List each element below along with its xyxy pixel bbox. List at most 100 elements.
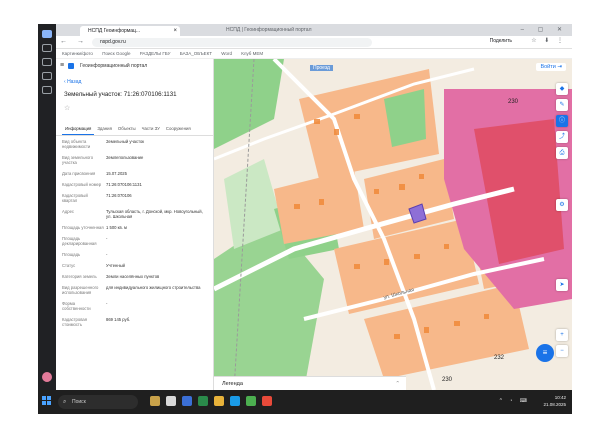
bookmark-item[interactable]: Word xyxy=(221,51,232,56)
settings-icon[interactable] xyxy=(42,86,52,94)
back-link[interactable]: ‹ Назад xyxy=(56,73,213,87)
field-value: 869 145 руб. xyxy=(106,317,131,322)
taskview-icon[interactable] xyxy=(166,396,176,406)
yandex-icon[interactable] xyxy=(262,396,272,406)
locate-icon[interactable]: ➤ xyxy=(556,279,568,291)
share-button[interactable]: Поделить xyxy=(490,38,512,44)
field-value: для индивидуального жилищного строительс… xyxy=(106,285,201,290)
tab-structures[interactable]: Сооружения xyxy=(163,124,194,135)
field-value: Тульская область, г. Донской, мкр. Новоу… xyxy=(106,209,203,219)
tab-buildings[interactable]: Здания xyxy=(94,124,115,135)
history-icon[interactable] xyxy=(42,44,52,52)
word-icon[interactable] xyxy=(182,396,192,406)
zoom-in-button[interactable]: + xyxy=(556,329,568,341)
browser-window: НСПД Геоинформац... × НСПД | Геоинформац… xyxy=(56,24,572,390)
search-icon: ⌕ xyxy=(63,399,67,405)
field-key: Площадь декларированная xyxy=(62,236,97,246)
field-row: Вид разрешенного использования для индиви… xyxy=(56,282,213,298)
search-placeholder: Поиск xyxy=(72,399,86,405)
field-row: Вид объекта недвижимости Земельный участо… xyxy=(56,136,213,152)
taskbar-search[interactable]: ⌕ Поиск xyxy=(58,395,138,409)
map-number: 230 xyxy=(442,377,453,383)
bookmark-item[interactable]: Поиск Google xyxy=(102,51,130,56)
app-header: ≡ Геоинформационный портал xyxy=(56,59,213,73)
field-value: 15.07.2025 xyxy=(106,171,127,176)
field-row: Категория земель Земли населённых пунктов xyxy=(56,271,213,282)
excel-icon[interactable] xyxy=(198,396,208,406)
field-key: Кадастровый номер xyxy=(62,182,102,187)
browser-side-rail xyxy=(38,24,56,390)
window-title: НСПД | Геоинформационный портал xyxy=(226,27,312,33)
field-value: Земельный участок xyxy=(106,139,145,144)
map-number: 230 xyxy=(508,99,519,105)
login-label: Войти xyxy=(540,64,556,70)
zoom-out-button[interactable]: − xyxy=(556,345,568,357)
field-value: - xyxy=(106,252,108,257)
login-button[interactable]: Войти ⇥ xyxy=(536,63,566,71)
field-row: Площадь уточненная 1 500 кв. м xyxy=(56,222,213,233)
clock-time: 10:42 xyxy=(554,395,566,400)
close-tab-icon[interactable]: × xyxy=(173,26,177,36)
explorer-icon[interactable] xyxy=(214,396,224,406)
bookmarks-icon[interactable] xyxy=(42,58,52,66)
field-row: Площадь декларированная - xyxy=(56,233,213,249)
address-bar: ← → ⟳ nspd.gov.ru Поделить ☆ ⬇ ⋮ xyxy=(56,36,572,49)
field-key: Категория земель xyxy=(62,274,97,279)
field-row: Форма собственности - xyxy=(56,298,213,314)
back-label: Назад xyxy=(67,79,82,85)
settings-tool-icon[interactable]: ⚙ xyxy=(556,199,568,211)
assistant-icon[interactable] xyxy=(42,372,52,382)
favorite-star-icon[interactable]: ☆ xyxy=(56,102,213,116)
map-number: 232 xyxy=(494,355,505,361)
browser-tab[interactable]: НСПД Геоинформац... × xyxy=(80,26,180,36)
chevron-up-icon[interactable]: ⌃ xyxy=(395,377,400,390)
bookmark-item[interactable]: Картинки/фото xyxy=(62,51,93,56)
window-controls[interactable]: – ▢ ✕ xyxy=(521,24,568,36)
app-logo xyxy=(68,63,74,69)
bookmark-item[interactable]: РАЗДЕЛЫ ГБУ xyxy=(140,51,171,56)
field-key: Кадастровая стоимость xyxy=(62,317,87,327)
share-icon[interactable]: ⤴ xyxy=(556,131,568,143)
tab-title: НСПД Геоинформац... xyxy=(88,28,141,34)
url-field[interactable]: nspd.gov.ru xyxy=(92,38,372,47)
screen: НСПД Геоинформац... × НСПД | Геоинформац… xyxy=(38,24,572,414)
field-key: Статус xyxy=(62,263,76,268)
map-canvas[interactable]: 230 230 232 ул. Школьная xyxy=(214,59,572,390)
profile-icon[interactable] xyxy=(42,30,52,38)
print-icon[interactable]: ⎙ xyxy=(556,147,568,159)
clock[interactable]: 10:42 21.08.2025 xyxy=(543,394,566,408)
field-key: Кадастровый квартал xyxy=(62,193,88,203)
map-view[interactable]: 230 230 232 ул. Школьная Проезд Войти ⇥ … xyxy=(214,59,572,390)
legend-bar[interactable]: Легенда ⌃ xyxy=(214,376,406,390)
app-area: ≡ Геоинформационный портал ‹ Назад Земел… xyxy=(56,59,572,390)
layers-fab-button[interactable]: ≡ xyxy=(536,344,554,362)
tab-parts[interactable]: Части ЗУ xyxy=(139,124,163,135)
chrome-icon[interactable] xyxy=(246,396,256,406)
field-key: Площадь xyxy=(62,252,81,257)
layers-icon[interactable]: ◆ xyxy=(556,83,568,95)
field-key: Вид земельного участка xyxy=(62,155,94,165)
field-value: - xyxy=(106,236,108,241)
bookmark-item[interactable]: БАЗА_ОБЪЕКТ xyxy=(180,51,212,56)
downloads-icon[interactable] xyxy=(42,72,52,80)
taskbar-app-icon[interactable] xyxy=(150,396,160,406)
browser-menu-icons[interactable]: ☆ ⬇ ⋮ xyxy=(531,37,566,44)
info-panel: ≡ Геоинформационный портал ‹ Назад Земел… xyxy=(56,59,214,390)
menu-icon[interactable]: ≡ xyxy=(60,59,64,73)
start-button[interactable] xyxy=(42,396,52,406)
field-value: 71:26:070106 xyxy=(106,193,132,198)
measure-icon[interactable]: ✎ xyxy=(556,99,568,111)
field-value: Земли населённых пунктов xyxy=(106,274,160,279)
field-value: 1 500 кв. м xyxy=(106,225,127,230)
info-tool-icon[interactable]: ⓘ xyxy=(556,115,568,127)
tab-strip: НСПД Геоинформац... × НСПД | Геоинформац… xyxy=(56,24,572,36)
system-tray[interactable]: ^ ◔ ⌨ xyxy=(500,398,530,404)
bookmark-item[interactable]: Клуб МЕМ xyxy=(241,51,263,56)
field-row: Кадастровый номер 71:26:070106:1131 xyxy=(56,179,213,190)
field-row: Площадь - xyxy=(56,249,213,260)
bookmarks-bar: Картинки/фото Поиск Google РАЗДЕЛЫ ГБУ Б… xyxy=(56,49,572,59)
field-row: Вид земельного участка Землепользование xyxy=(56,152,213,168)
tab-info[interactable]: Информация xyxy=(62,124,95,135)
tab-objects[interactable]: Объекты xyxy=(115,124,139,135)
edge-icon[interactable] xyxy=(230,396,240,406)
